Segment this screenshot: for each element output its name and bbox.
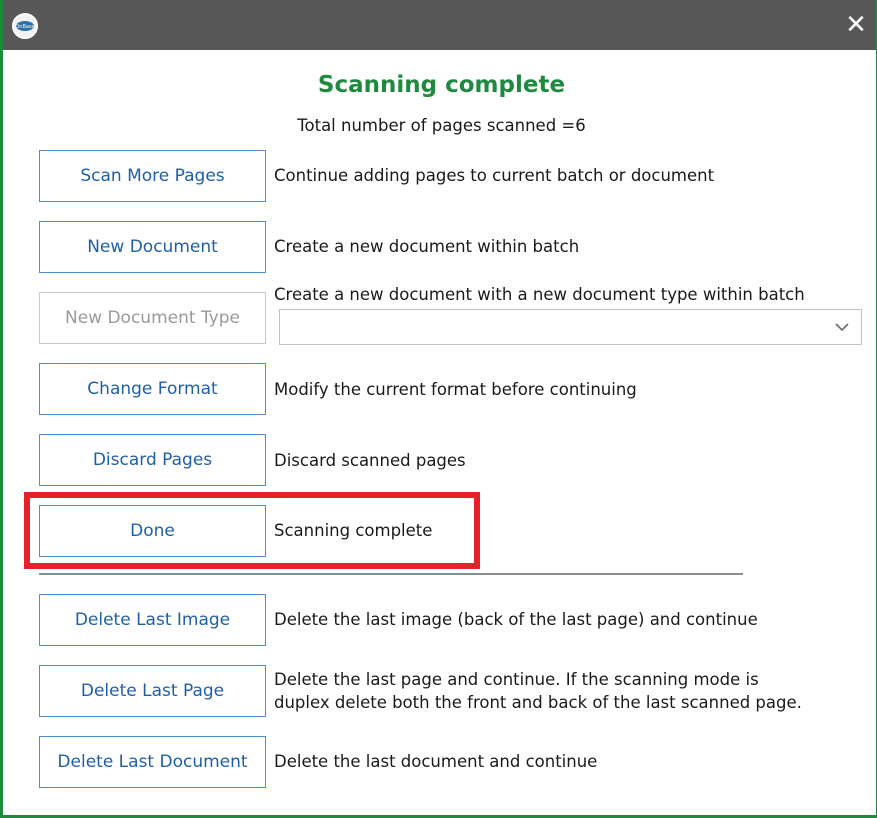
delete-last-image-button[interactable]: Delete Last Image bbox=[39, 594, 266, 646]
delete-last-document-description: Delete the last document and continue bbox=[274, 752, 598, 771]
title-bar[interactable]: OnBase ✕ bbox=[3, 0, 876, 50]
new-document-type-button[interactable]: New Document Type bbox=[39, 292, 266, 344]
delete-last-page-button[interactable]: Delete Last Page bbox=[39, 665, 266, 717]
document-type-select[interactable] bbox=[279, 309, 862, 345]
new-document-type-description: Create a new document with a new documen… bbox=[274, 285, 805, 304]
close-icon[interactable]: ✕ bbox=[842, 10, 870, 40]
pages-scanned-summary: Total number of pages scanned =6 bbox=[297, 116, 586, 135]
onbase-logo-mark: OnBase bbox=[15, 21, 35, 31]
change-format-description: Modify the current format before continu… bbox=[274, 380, 637, 399]
discard-pages-button[interactable]: Discard Pages bbox=[39, 434, 266, 486]
logo-text: OnBase bbox=[15, 24, 34, 30]
change-format-button[interactable]: Change Format bbox=[39, 363, 266, 415]
delete-last-page-description-line-2: duplex delete both the front and back of… bbox=[274, 693, 802, 712]
onbase-logo-icon: OnBase bbox=[12, 13, 38, 39]
scan-more-pages-button[interactable]: Scan More Pages bbox=[39, 150, 266, 202]
scan-complete-dialog: OnBase ✕ Scanning complete Total number … bbox=[0, 0, 877, 818]
done-highlight-box bbox=[24, 492, 480, 569]
delete-last-page-description-line-1: Delete the last page and continue. If th… bbox=[274, 670, 759, 689]
scan-more-pages-description: Continue adding pages to current batch o… bbox=[274, 166, 715, 185]
new-document-button[interactable]: New Document bbox=[39, 221, 266, 273]
chevron-down-icon bbox=[835, 323, 849, 332]
delete-last-document-button[interactable]: Delete Last Document bbox=[39, 736, 266, 788]
delete-last-page-description: Delete the last page and continue. If th… bbox=[274, 668, 802, 714]
section-divider bbox=[39, 573, 743, 575]
delete-last-image-description: Delete the last image (back of the last … bbox=[274, 610, 758, 629]
dialog-heading: Scanning complete bbox=[317, 72, 566, 98]
new-document-description: Create a new document within batch bbox=[274, 237, 580, 256]
discard-pages-description: Discard scanned pages bbox=[274, 451, 466, 470]
